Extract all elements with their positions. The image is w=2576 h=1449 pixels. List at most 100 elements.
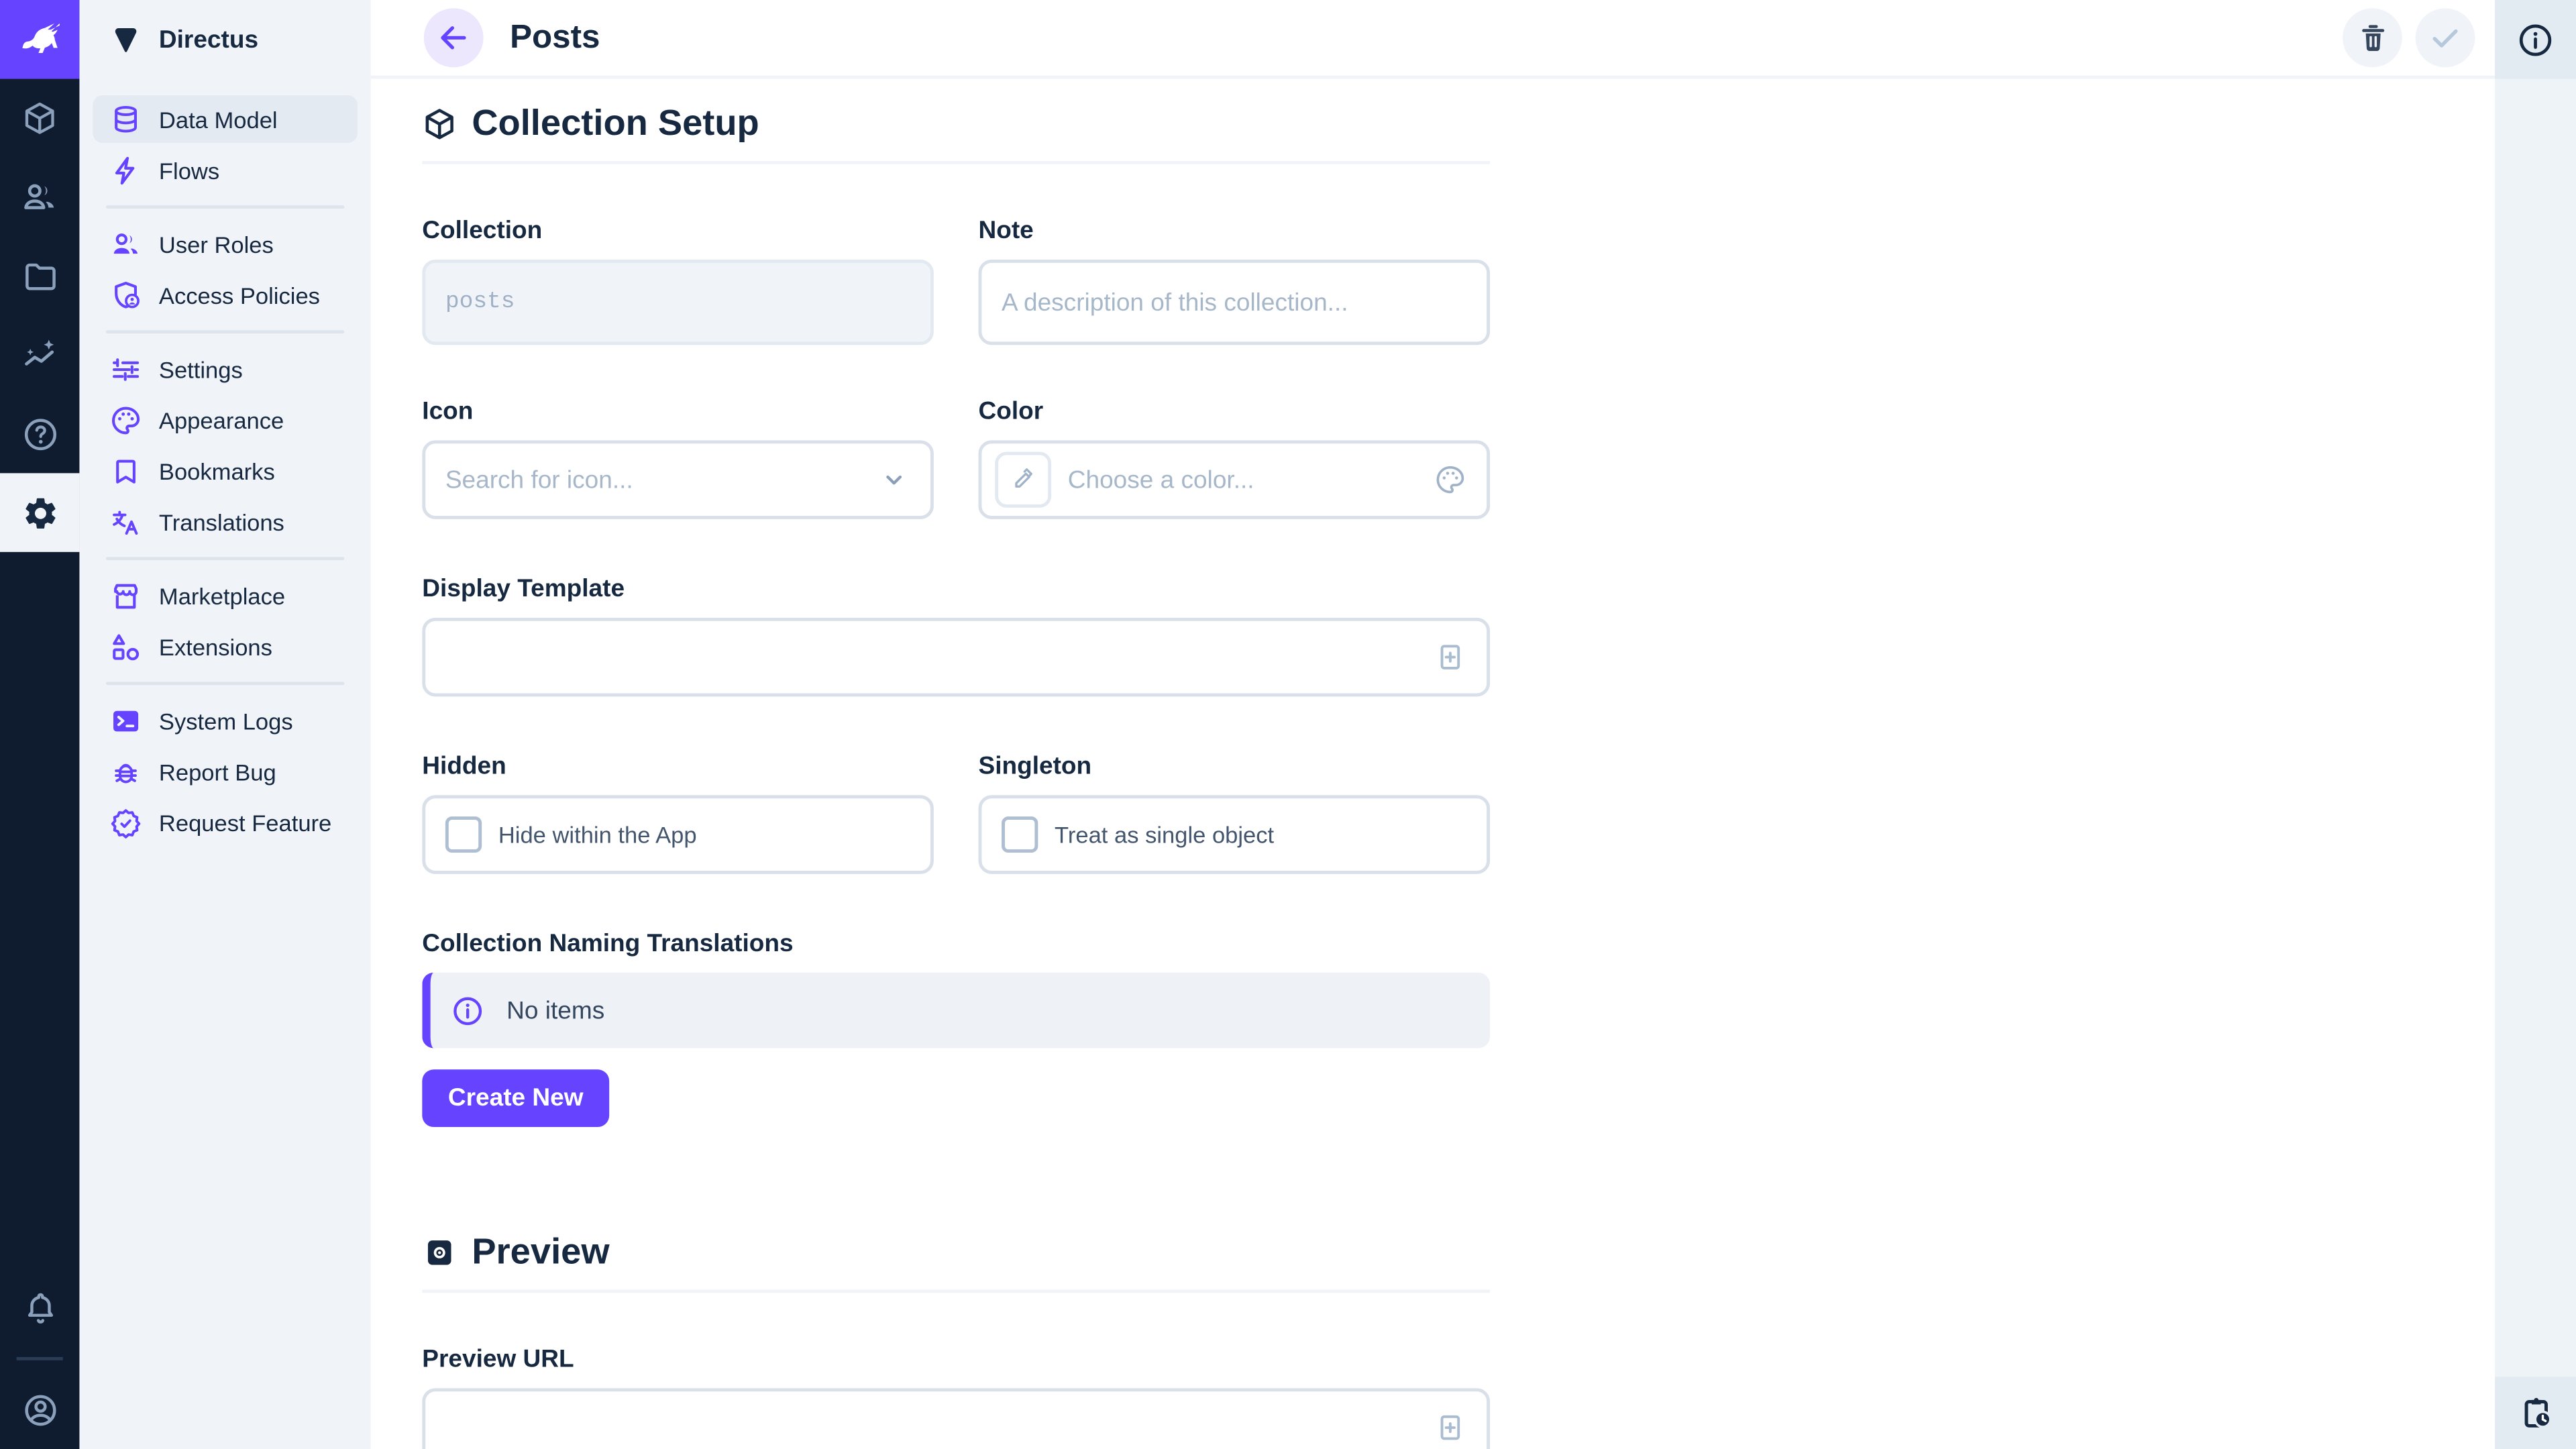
naming-translations-label: Collection Naming Translations [422, 930, 1490, 958]
notifications-button[interactable] [0, 1269, 79, 1348]
revisions-button[interactable] [2495, 1377, 2576, 1449]
project-header[interactable]: Directus [79, 0, 370, 79]
section-title: Collection Setup [472, 102, 759, 145]
module-files[interactable] [0, 237, 79, 316]
nav-item-label: Translations [159, 508, 284, 535]
color-input[interactable]: Choose a color... [979, 440, 1491, 519]
nav-item-label: Marketplace [159, 582, 285, 608]
note-field-label: Note [979, 217, 1491, 245]
live-preview-icon [422, 1234, 457, 1269]
nav-divider [106, 557, 344, 560]
directus-logo[interactable] [0, 0, 79, 79]
nav-item-data-model[interactable]: Data Model [93, 95, 358, 143]
database-icon [109, 103, 142, 136]
shapes-icon [109, 630, 142, 663]
group-icon [109, 227, 142, 260]
directus-app-window: Directus Data Model Flows User Ro [0, 0, 2576, 1449]
nav-item-appearance[interactable]: Appearance [93, 396, 358, 443]
terminal-icon [109, 704, 142, 737]
collection-field-label: Collection [422, 217, 934, 245]
nav-item-label: System Logs [159, 707, 293, 733]
nav-item-label: Request Feature [159, 809, 331, 835]
hidden-field-label: Hidden [422, 753, 934, 781]
collection-input: posts [422, 260, 934, 345]
module-content[interactable] [0, 79, 79, 158]
singleton-checkbox-row[interactable]: Treat as single object [979, 795, 1491, 874]
bolt-icon [109, 154, 142, 186]
singleton-checkbox[interactable] [1002, 816, 1038, 853]
insights-icon [20, 335, 60, 375]
nav-item-system-logs[interactable]: System Logs [93, 696, 358, 744]
icon-placeholder: Search for icon... [445, 466, 633, 494]
nav-item-marketplace[interactable]: Marketplace [93, 572, 358, 619]
info-circle-icon [450, 993, 485, 1027]
shield-person-icon [109, 278, 142, 311]
section-divider [422, 161, 1490, 164]
color-field-label: Color [979, 398, 1491, 426]
nav-item-extensions[interactable]: Extensions [93, 623, 358, 670]
add-field-icon[interactable] [1434, 641, 1466, 674]
icon-select[interactable]: Search for icon... [422, 440, 934, 519]
palette-small-icon [1434, 464, 1466, 496]
nav-item-settings[interactable]: Settings [93, 345, 358, 392]
module-settings[interactable] [0, 473, 79, 552]
delete-button[interactable] [2343, 8, 2402, 67]
translate-icon [109, 505, 142, 538]
seal-check-icon [109, 806, 142, 839]
collection-placeholder: posts [445, 289, 515, 315]
back-button[interactable] [424, 8, 484, 67]
nav-item-report-bug[interactable]: Report Bug [93, 747, 358, 795]
preview-url-input[interactable] [422, 1388, 1490, 1449]
preview-url-label: Preview URL [422, 1346, 1490, 1374]
nav-item-access-policies[interactable]: Access Policies [93, 271, 358, 319]
nav-item-label: Report Bug [159, 758, 276, 784]
arrow-left-icon [435, 19, 472, 56]
user-avatar[interactable] [0, 1370, 79, 1449]
info-icon [2516, 21, 2555, 58]
save-button[interactable] [2416, 8, 2475, 67]
no-items-text: No items [506, 996, 604, 1024]
project-fan-icon [109, 23, 142, 56]
people-icon [20, 177, 60, 217]
add-field-icon[interactable] [1434, 1411, 1466, 1444]
module-users[interactable] [0, 158, 79, 237]
nav-item-label: Data Model [159, 106, 278, 132]
hidden-checkbox[interactable] [445, 816, 482, 853]
nav-item-label: Bookmarks [159, 458, 275, 484]
nav-divider [106, 205, 344, 209]
bookmark-icon [109, 454, 142, 487]
page-header: Posts [371, 0, 2495, 79]
module-insights[interactable] [0, 315, 79, 394]
page-title: Posts [510, 19, 600, 56]
sidebar-info-toggle[interactable] [2495, 0, 2576, 79]
nav-item-bookmarks[interactable]: Bookmarks [93, 447, 358, 494]
bell-icon [21, 1289, 59, 1326]
nav-item-request-feature[interactable]: Request Feature [93, 798, 358, 846]
module-bar [0, 0, 79, 1449]
folder-icon [21, 257, 59, 294]
eyedropper-icon [1010, 467, 1036, 493]
bug-icon [109, 755, 142, 788]
nav-item-user-roles[interactable]: User Roles [93, 220, 358, 268]
nav-item-label: Appearance [159, 407, 284, 433]
hidden-checkbox-label: Hide within the App [498, 821, 697, 847]
palette-icon [109, 403, 142, 436]
nav-list: Data Model Flows User Roles Access P [79, 79, 370, 847]
nav-item-label: Flows [159, 157, 219, 183]
nav-divider [106, 330, 344, 333]
color-swatch-button[interactable] [995, 451, 1051, 507]
display-template-input[interactable] [422, 618, 1490, 697]
tune-icon [109, 352, 142, 385]
note-input[interactable]: A description of this collection... [979, 260, 1491, 345]
create-new-button[interactable]: Create New [422, 1069, 609, 1127]
module-help[interactable] [0, 394, 79, 474]
nav-item-flows[interactable]: Flows [93, 146, 358, 194]
main-content: Collection Setup Collection posts Note A… [371, 79, 2495, 1449]
nav-item-translations[interactable]: Translations [93, 498, 358, 545]
no-items-notice: No items [422, 973, 1490, 1049]
header-actions [2343, 8, 2475, 67]
trash-icon [2355, 21, 2390, 55]
hidden-checkbox-row[interactable]: Hide within the App [422, 795, 934, 874]
module-bar-divider [17, 1357, 63, 1360]
nav-item-label: Extensions [159, 633, 272, 659]
